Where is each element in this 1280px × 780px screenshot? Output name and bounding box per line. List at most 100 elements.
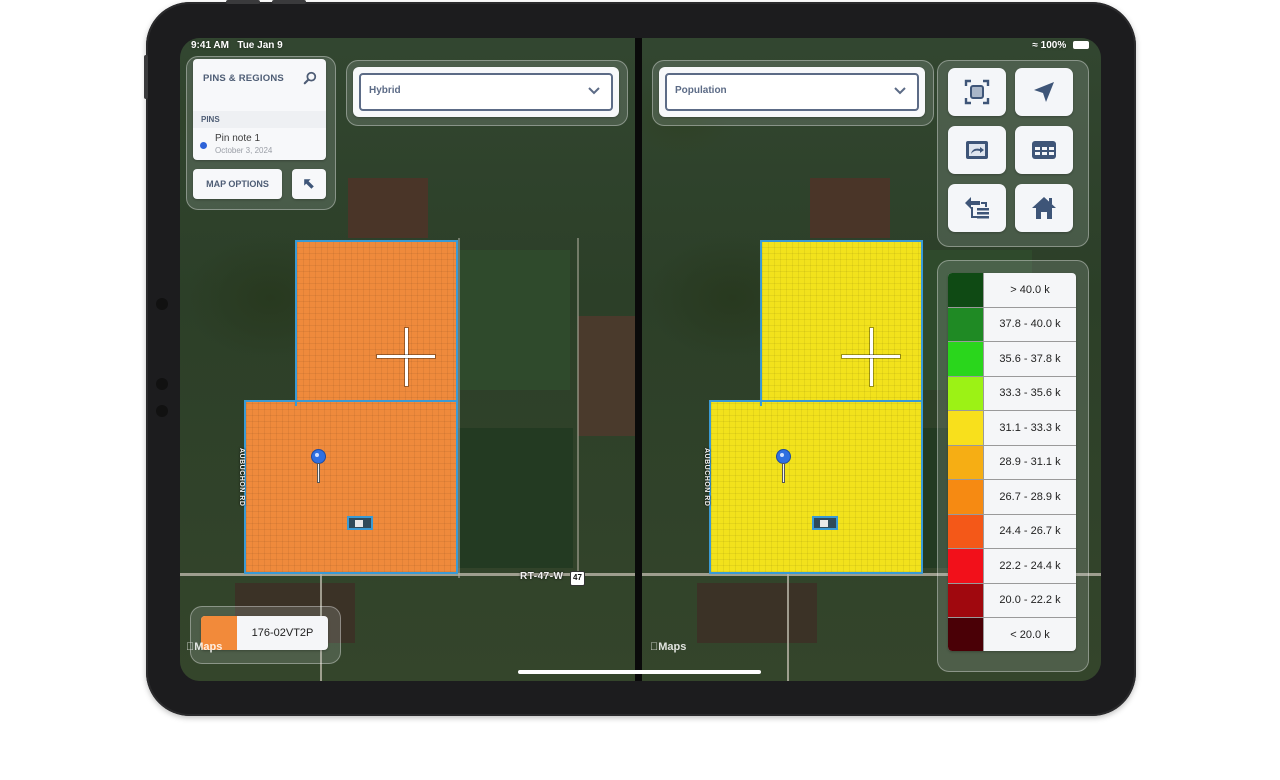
legend-row[interactable]: 28.9 - 31.1 k	[948, 445, 1076, 480]
field-boundary	[709, 400, 923, 574]
wifi-icon: ≈	[1032, 40, 1038, 51]
legend-row[interactable]: < 20.0 k	[948, 618, 1076, 651]
status-time-date: 9:41 AM Tue Jan 9	[191, 40, 283, 51]
left-map-pane[interactable]: AUBUCHON RD RT-47-W 47 9:41 AM Tue Jan 9…	[180, 38, 635, 681]
legend-label: 35.6 - 37.8 k	[983, 342, 1076, 376]
table-icon	[1032, 141, 1056, 159]
field-plot	[348, 178, 428, 238]
side-road-label: AUBUCHON RD	[703, 448, 710, 507]
table-view-button[interactable]	[1015, 126, 1073, 174]
sensor-dot	[156, 378, 168, 390]
pin-date: October 3, 2024	[215, 146, 273, 155]
map-pin[interactable]	[776, 449, 792, 485]
screen-share-icon	[966, 141, 988, 159]
legend-row[interactable]: 24.4 - 26.7 k	[948, 514, 1076, 549]
road-label: RT-47-W	[520, 571, 564, 582]
sensor-dot	[156, 405, 168, 417]
swap-list-icon	[965, 197, 989, 219]
home-icon	[1032, 197, 1056, 219]
legend-swatch	[948, 618, 983, 651]
legend-swatch	[948, 411, 983, 445]
home-button[interactable]	[1015, 184, 1073, 232]
pin-list-item[interactable]: Pin note 1 October 3, 2024	[193, 129, 326, 160]
power-button	[272, 0, 306, 4]
legend-label: > 40.0 k	[983, 273, 1076, 307]
legend-row[interactable]: 31.1 - 33.3 k	[948, 411, 1076, 446]
collapse-panel-button[interactable]	[292, 169, 326, 199]
legend-label: 31.1 - 33.3 k	[983, 411, 1076, 445]
field-boundary	[244, 400, 458, 574]
legend-label: 33.3 - 35.6 k	[983, 376, 1076, 410]
map-pin[interactable]	[311, 449, 327, 485]
farm-building	[347, 516, 373, 530]
farm-building	[812, 516, 838, 530]
fit-bounds-button[interactable]	[948, 68, 1006, 116]
map-options-button[interactable]: MAP OPTIONS	[193, 169, 282, 199]
legend-swatch	[948, 307, 983, 341]
field-plot	[460, 250, 570, 390]
side-button	[144, 55, 148, 99]
legend-row[interactable]: 37.8 - 40.0 k	[948, 307, 1076, 342]
legend-label: 24.4 - 26.7 k	[983, 514, 1076, 548]
arrow-up-left-icon	[304, 179, 314, 189]
legend-label: 22.2 - 24.4 k	[983, 549, 1076, 583]
legend-label: < 20.0 k	[983, 618, 1076, 651]
pin-title: Pin note 1	[215, 133, 261, 144]
legend-row[interactable]: > 40.0 k	[948, 273, 1076, 308]
battery-icon	[1073, 41, 1089, 50]
layer-dropdown-card: Population	[659, 67, 925, 117]
pins-regions-panel: PINS & REGIONS PINS Pin note 1 October 3…	[193, 59, 326, 160]
legend-row[interactable]: 33.3 - 35.6 k	[948, 376, 1076, 411]
legend-label: 37.8 - 40.0 k	[983, 307, 1076, 341]
status-time: 9:41 AM	[191, 40, 229, 51]
legend-swatch	[948, 342, 983, 376]
apple-maps-logo: Maps	[650, 641, 686, 653]
apple-maps-logo: Maps	[186, 641, 222, 653]
field-plot	[697, 583, 817, 643]
legend-swatch	[948, 480, 983, 514]
pins-section-header: PINS	[193, 111, 326, 128]
battery-percent: 100%	[1040, 40, 1067, 51]
legend-swatch	[948, 549, 983, 583]
pins-section-label: PINS	[201, 115, 220, 124]
field-plot	[810, 178, 890, 238]
sensor-dot	[156, 298, 168, 310]
pins-regions-title: PINS & REGIONS	[203, 73, 284, 84]
road	[458, 238, 460, 578]
pin-dot-icon	[200, 142, 207, 149]
home-indicator[interactable]	[518, 670, 761, 674]
legend-swatch	[948, 273, 983, 307]
legend-row[interactable]: 22.2 - 24.4 k	[948, 549, 1076, 584]
status-wifi-battery: ≈ 100%	[1032, 40, 1089, 51]
legend-swatch	[948, 583, 983, 617]
screen-share-button[interactable]	[948, 126, 1006, 174]
crosshair-icon	[842, 328, 900, 386]
split-divider[interactable]	[635, 38, 642, 681]
road	[577, 238, 579, 578]
search-icon[interactable]	[303, 71, 317, 85]
layer-dropdown-card: Hybrid	[353, 67, 619, 117]
population-select-value: Population	[675, 85, 727, 96]
hybrid-layer-select[interactable]: Hybrid	[359, 73, 613, 111]
locate-button[interactable]	[1015, 68, 1073, 116]
road	[787, 573, 789, 681]
population-layer-select[interactable]: Population	[665, 73, 919, 111]
fit-bounds-icon	[964, 79, 990, 105]
legend-row[interactable]: 20.0 - 22.2 k	[948, 583, 1076, 618]
route-shield: 47	[570, 571, 585, 586]
crosshair-icon	[377, 328, 435, 386]
status-date: Tue Jan 9	[237, 40, 283, 51]
field-plot	[458, 428, 573, 568]
legend-swatch	[948, 376, 983, 410]
swap-layers-button[interactable]	[948, 184, 1006, 232]
map-options-label: MAP OPTIONS	[206, 179, 269, 189]
hybrid-legend-label: 176-02VT2P	[251, 627, 314, 639]
legend-row[interactable]: 35.6 - 37.8 k	[948, 342, 1076, 377]
side-road-label: AUBUCHON RD	[238, 448, 245, 507]
chevron-down-icon	[588, 87, 600, 95]
chevron-down-icon	[894, 87, 906, 95]
hybrid-select-value: Hybrid	[369, 85, 401, 96]
legend-row[interactable]: 26.7 - 28.9 k	[948, 480, 1076, 515]
legend-swatch	[948, 514, 983, 548]
location-arrow-icon	[1034, 82, 1054, 102]
